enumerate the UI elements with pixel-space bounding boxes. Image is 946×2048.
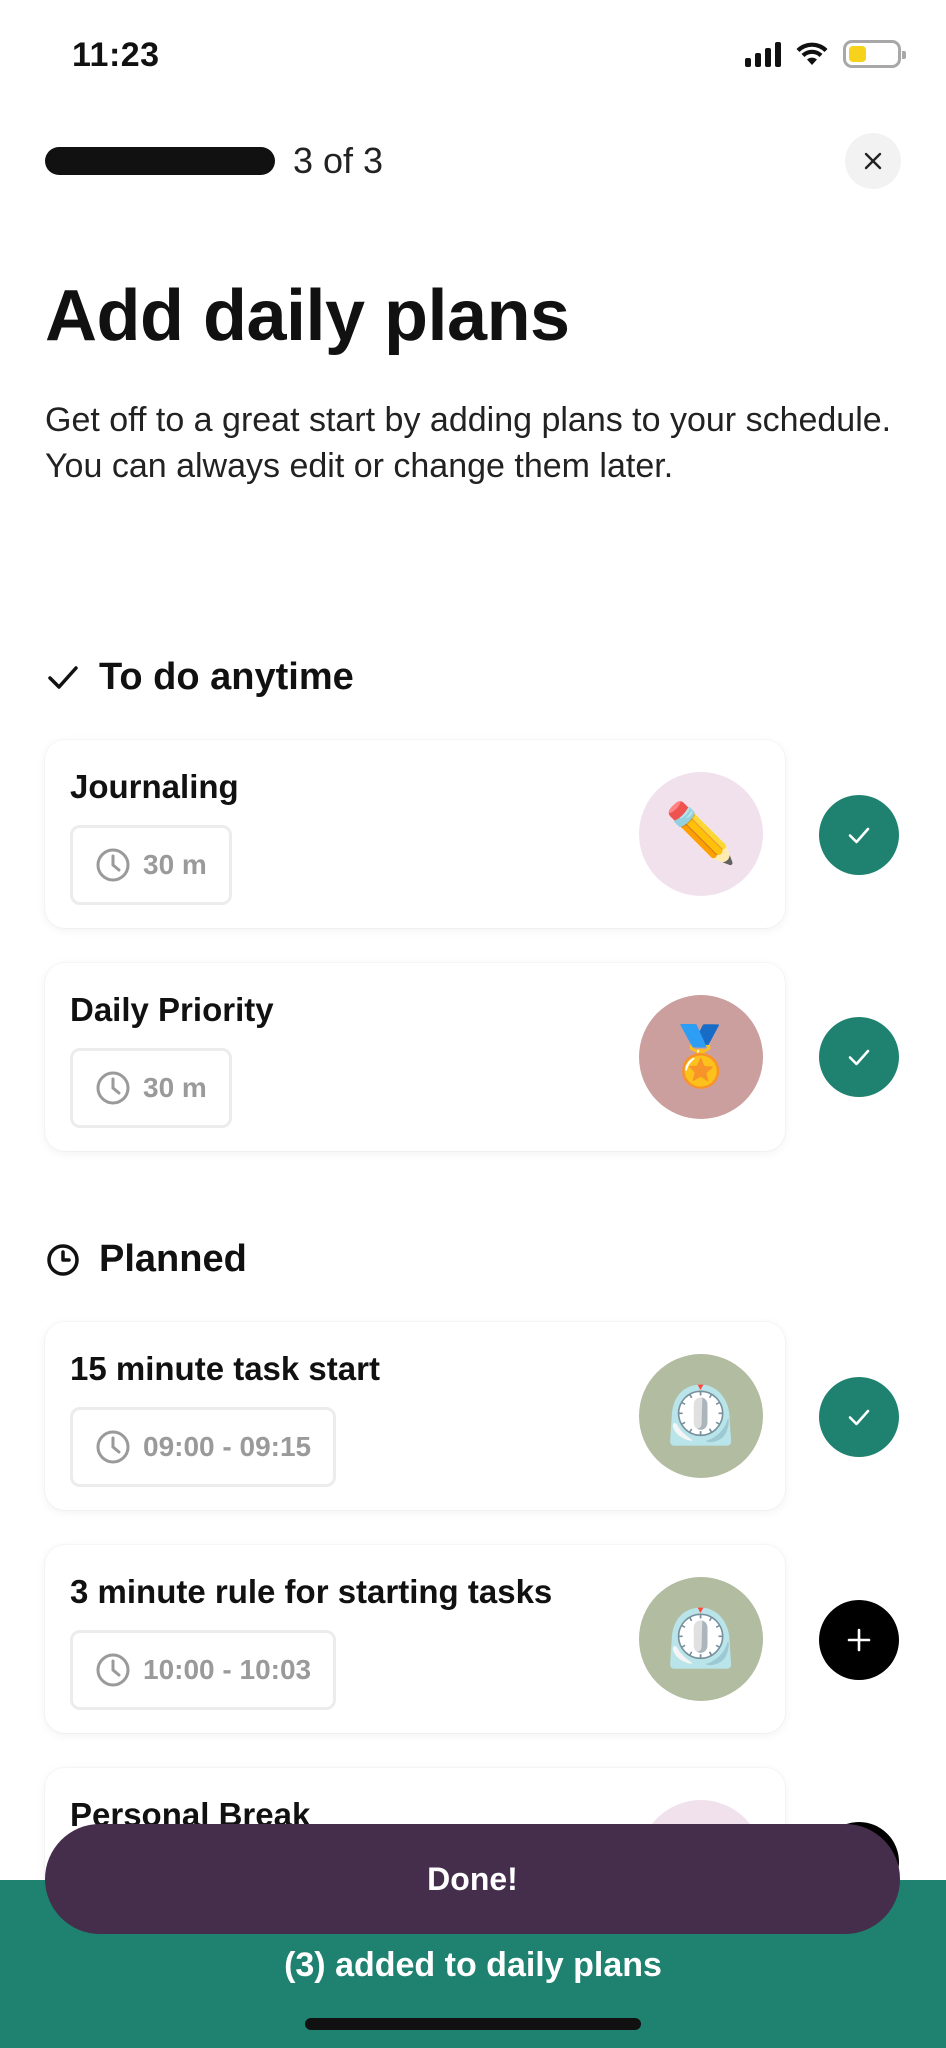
- section-heading-anytime: To do anytime: [45, 656, 354, 699]
- status-icons: [745, 40, 906, 68]
- plan-title: Journaling: [70, 768, 239, 805]
- clock-icon: [96, 848, 130, 882]
- plan-title: Daily Priority: [70, 991, 274, 1028]
- close-button[interactable]: [845, 133, 901, 189]
- duration-text: 09:00 - 09:15: [143, 1431, 312, 1462]
- page-title: Add daily plans: [45, 276, 570, 356]
- plan-card-journaling[interactable]: Journaling 30 m ✏️: [45, 740, 785, 928]
- check-icon: [848, 1409, 870, 1426]
- duration-text: 30 m: [143, 1072, 207, 1103]
- timer-icon: ⏲️: [639, 1354, 763, 1478]
- added-check-button[interactable]: [819, 1017, 899, 1097]
- page-description: Get off to a great start by adding plans…: [45, 401, 892, 485]
- added-check-button[interactable]: [819, 795, 899, 875]
- clock-icon: [47, 1243, 79, 1276]
- section-title: To do anytime: [99, 656, 354, 698]
- timer-icon: ⏲️: [639, 1577, 763, 1701]
- check-icon: [848, 827, 870, 844]
- wifi-icon: [796, 42, 828, 65]
- clock-icon: [96, 1071, 130, 1105]
- added-count-text: (3) added to daily plans: [284, 1946, 662, 1984]
- section-heading-planned: Planned: [45, 1238, 247, 1281]
- pencil-icon: ✏️: [639, 772, 763, 896]
- status-bar: 11:23: [0, 0, 946, 110]
- check-icon: [848, 1049, 870, 1066]
- add-plan-button[interactable]: [819, 1600, 899, 1680]
- clock-icon: [96, 1430, 130, 1464]
- close-icon: [864, 152, 882, 170]
- progress-bar: [45, 147, 275, 175]
- plan-title: 15 minute task start: [70, 1350, 380, 1387]
- added-check-button[interactable]: [819, 1377, 899, 1457]
- duration-chip: 30 m: [70, 825, 232, 905]
- duration-chip: 09:00 - 09:15: [70, 1407, 337, 1487]
- duration-text: 10:00 - 10:03: [143, 1654, 312, 1685]
- cellular-signal-icon: [745, 41, 781, 67]
- home-indicator: [305, 2018, 641, 2030]
- duration-text: 30 m: [143, 849, 207, 880]
- progress-text: 3 of 3: [293, 140, 384, 181]
- plan-card-3-minute-rule[interactable]: 3 minute rule for starting tasks 10:00 -…: [45, 1545, 785, 1733]
- section-title: Planned: [99, 1238, 247, 1280]
- duration-chip: 10:00 - 10:03: [70, 1630, 337, 1710]
- plan-card-15-minute-task-start[interactable]: 15 minute task start 09:00 - 09:15 ⏲️: [45, 1322, 785, 1510]
- medal-icon: 🏅: [639, 995, 763, 1119]
- clock-icon: [96, 1653, 130, 1687]
- plan-card-daily-priority[interactable]: Daily Priority 30 m 🏅: [45, 963, 785, 1151]
- plus-icon: [847, 1628, 871, 1652]
- battery-icon: [843, 40, 906, 68]
- check-icon: [48, 665, 78, 689]
- plan-title: 3 minute rule for starting tasks: [70, 1573, 553, 1610]
- duration-chip: 30 m: [70, 1048, 232, 1128]
- done-button[interactable]: Done!: [45, 1824, 900, 1934]
- status-time: 11:23: [72, 36, 160, 74]
